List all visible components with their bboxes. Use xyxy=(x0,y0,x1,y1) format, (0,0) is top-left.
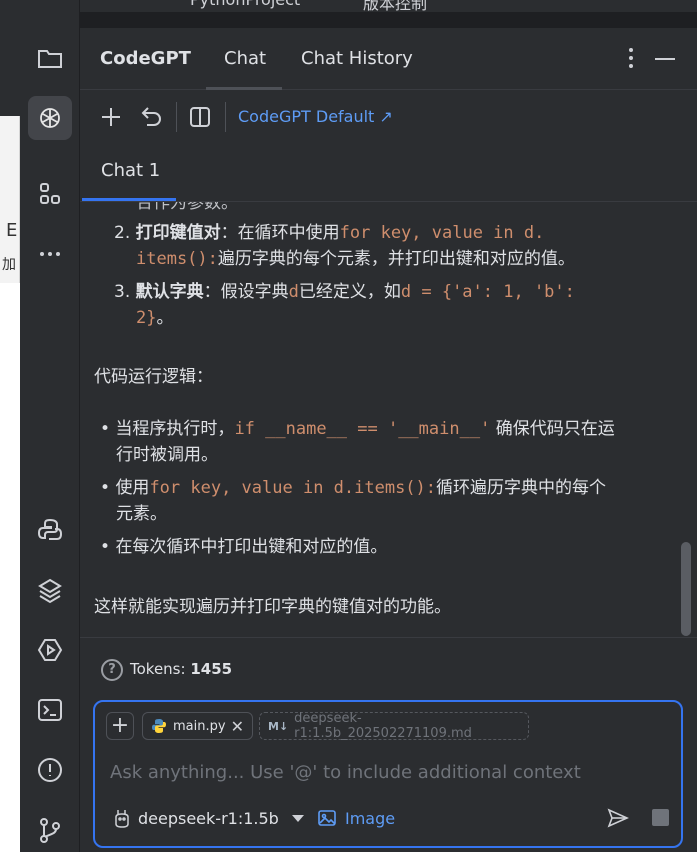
new-chat-icon[interactable] xyxy=(98,104,124,130)
tab-chat[interactable]: Chat xyxy=(224,48,266,69)
run-icon[interactable] xyxy=(28,628,72,672)
send-icon[interactable] xyxy=(607,808,629,828)
conclusion-text: 这样就能实现遍历并打印字典的键值对的功能。 xyxy=(94,597,451,617)
problems-icon[interactable] xyxy=(28,748,72,792)
file-chip-label: main.py xyxy=(173,718,226,734)
model-settings-link[interactable]: CodeGPT Default ↗ xyxy=(238,107,393,126)
message-text: 合作为参数。 xyxy=(136,202,238,213)
tab-chat-history[interactable]: Chat History xyxy=(301,48,413,69)
plugins-icon[interactable] xyxy=(28,172,72,216)
attach-image-button[interactable]: Image xyxy=(317,808,395,828)
stop-button[interactable] xyxy=(652,809,669,826)
attached-file-chip[interactable]: main.py ✕ xyxy=(142,712,253,740)
image-button-label: Image xyxy=(345,808,396,828)
markdown-icon: M↓ xyxy=(268,719,289,733)
chat-toolbar: CodeGPT Default ↗ xyxy=(80,90,697,144)
python-icon[interactable] xyxy=(28,508,72,552)
title-bar: PythonProject 版本控制 xyxy=(80,0,697,12)
more-icon[interactable] xyxy=(28,232,72,276)
project-name[interactable]: PythonProject xyxy=(190,0,300,9)
chat-tabs: Chat 1 xyxy=(80,144,697,202)
vcs-menu[interactable]: 版本控制 xyxy=(363,0,427,12)
background-window: E 加 xyxy=(0,0,20,852)
codegpt-icon[interactable] xyxy=(28,96,72,140)
tab-chat-1[interactable]: Chat 1 xyxy=(101,160,160,181)
add-context-button[interactable]: + xyxy=(106,712,134,740)
prompt-input[interactable]: Ask anything... Use '@' to include addit… xyxy=(110,762,581,783)
git-icon[interactable] xyxy=(28,808,72,852)
list-item: 2. 打印键值对：在循环中使用for key, value in d. xyxy=(114,223,545,243)
prompt-area: + main.py ✕ M↓ deepseek-r1:1.5b_20250227… xyxy=(80,698,697,852)
layers-icon[interactable] xyxy=(28,568,72,612)
list-item: 3. 默认字典：假设字典d已经定义，如d = {'a': 1, 'b': xyxy=(114,282,575,302)
brand-title: CodeGPT xyxy=(100,48,191,69)
undo-icon[interactable] xyxy=(138,104,164,130)
active-chat-indicator xyxy=(82,198,176,201)
bullet-continuation: 元素。 xyxy=(116,504,167,524)
list-item-continuation: items():遍历字典的每个元素，并打印出键和对应的值。 xyxy=(136,249,575,269)
codegpt-header: CodeGPT Chat Chat History xyxy=(80,28,697,90)
chat-messages: 合作为参数。 2. 打印键值对：在循环中使用for key, value in … xyxy=(80,202,697,638)
split-view-icon[interactable] xyxy=(187,104,213,130)
terminal-icon[interactable] xyxy=(28,688,72,732)
bullet-item: • 使用for key, value in d.items():循环遍历字典中的… xyxy=(100,478,607,498)
minimize-icon[interactable] xyxy=(655,58,675,60)
prompt-box[interactable]: + main.py ✕ M↓ deepseek-r1:1.5b_20250227… xyxy=(93,700,683,848)
chevron-down-icon xyxy=(291,815,304,822)
help-icon[interactable]: ? xyxy=(101,659,123,681)
messages-scrollbar[interactable] xyxy=(681,542,691,636)
folder-icon[interactable] xyxy=(28,36,72,80)
background-window-text: 加 xyxy=(2,257,16,273)
activity-bar xyxy=(20,0,80,852)
model-name: deepseek-r1:1.5b xyxy=(138,808,279,828)
section-heading: 代码运行逻辑： xyxy=(94,367,213,387)
background-window-text: E xyxy=(6,220,18,241)
llama-icon xyxy=(115,810,129,828)
remove-file-icon[interactable]: ✕ xyxy=(231,717,244,736)
list-item-continuation: 2}。 xyxy=(136,308,174,328)
suggested-file-chip[interactable]: M↓ deepseek-r1:1.5b_202502271109.md xyxy=(259,711,529,741)
bullet-continuation: 行时被调用。 xyxy=(116,445,218,465)
python-file-icon xyxy=(152,719,166,733)
bullet-item: • 当程序执行时，if __name__ == '__main__' 确保代码只… xyxy=(100,419,615,439)
suggested-file-label: deepseek-r1:1.5b_202502271109.md xyxy=(294,711,472,741)
image-icon xyxy=(318,810,336,826)
token-count: Tokens: 1455 xyxy=(130,660,233,678)
bullet-item: • 在每次循环中打印出键和对应的值。 xyxy=(100,537,388,557)
token-counter: ? Tokens: 1455 xyxy=(80,638,697,698)
model-selector[interactable]: deepseek-r1:1.5b xyxy=(112,808,305,828)
more-options-icon[interactable] xyxy=(627,46,635,74)
